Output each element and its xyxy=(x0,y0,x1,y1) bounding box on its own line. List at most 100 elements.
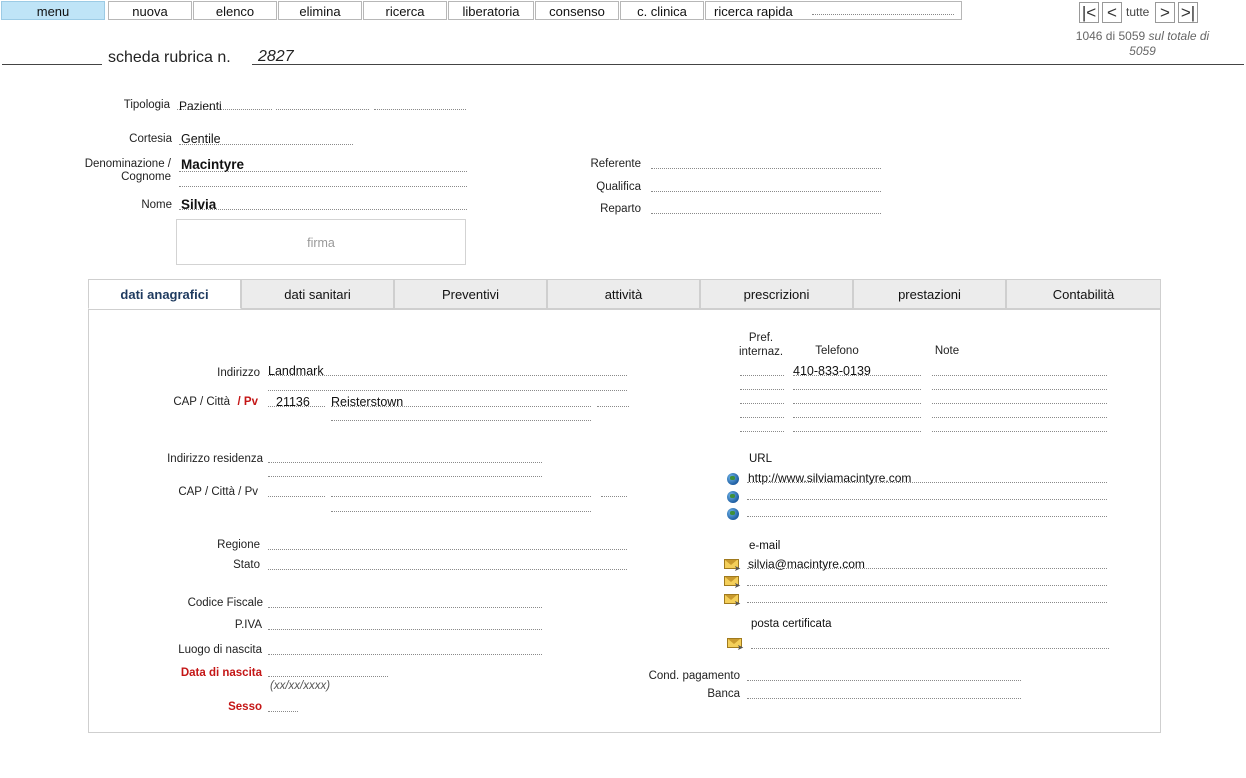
banca-field[interactable] xyxy=(747,698,1021,699)
pref-header: Pref. internaz. xyxy=(733,331,789,359)
tipologia-label: Tipologia xyxy=(123,99,170,111)
next-record-button[interactable]: > xyxy=(1155,2,1175,23)
cognome-field-2[interactable] xyxy=(179,186,467,187)
cortesia-label: Cortesia xyxy=(129,133,172,145)
url-field-1[interactable] xyxy=(747,482,1107,483)
cap-residenza-label: CAP / Città / Pv xyxy=(178,486,258,498)
email-field-3[interactable] xyxy=(747,602,1107,603)
all-records-link[interactable]: tutte xyxy=(1126,5,1149,19)
tipologia-value: Pazienti xyxy=(179,99,222,113)
tab-preventivi[interactable]: Preventivi xyxy=(394,279,547,309)
indirizzo-field[interactable] xyxy=(268,375,627,376)
tab-dati-sanitari[interactable]: dati sanitari xyxy=(241,279,394,309)
pv-residenza-field[interactable] xyxy=(601,496,627,497)
indirizzo-field-2[interactable] xyxy=(268,390,627,391)
first-record-button[interactable]: |< xyxy=(1079,2,1099,23)
luogo-nascita-label: Luogo di nascita xyxy=(178,644,262,656)
piva-field[interactable] xyxy=(268,629,542,630)
email-field-1[interactable] xyxy=(747,568,1107,569)
cap-field[interactable] xyxy=(268,406,325,407)
title-rule-right xyxy=(252,64,1244,65)
regione-field[interactable] xyxy=(268,549,627,550)
url-field-2[interactable] xyxy=(747,499,1107,500)
globe-icon[interactable] xyxy=(727,491,739,503)
citta-field[interactable] xyxy=(331,406,591,407)
pref-field-4[interactable] xyxy=(740,417,784,418)
cognome-label: Denominazione / Cognome xyxy=(60,158,171,184)
elenco-button[interactable]: elenco xyxy=(193,1,277,20)
reparto-field[interactable] xyxy=(651,213,881,214)
telefono-field-1[interactable] xyxy=(793,375,921,376)
data-nascita-field[interactable] xyxy=(268,676,388,677)
tab-prestazioni[interactable]: prestazioni xyxy=(853,279,1006,309)
cortesia-field[interactable] xyxy=(179,144,353,145)
pref-field-3[interactable] xyxy=(740,403,784,404)
nuova-button[interactable]: nuova xyxy=(108,1,192,20)
envelope-icon[interactable] xyxy=(727,638,744,652)
ricerca-button[interactable]: ricerca xyxy=(363,1,447,20)
pv-field[interactable] xyxy=(597,406,629,407)
cognome-field[interactable] xyxy=(179,171,467,172)
liberatoria-button[interactable]: liberatoria xyxy=(448,1,534,20)
tab-dati-anagrafici[interactable]: dati anagrafici xyxy=(88,279,241,309)
consenso-button[interactable]: consenso xyxy=(535,1,619,20)
note-field-1[interactable] xyxy=(932,375,1107,376)
prev-record-button[interactable]: < xyxy=(1102,2,1122,23)
note-field-3[interactable] xyxy=(932,403,1107,404)
tab-attivita[interactable]: attività xyxy=(547,279,700,309)
reparto-label: Reparto xyxy=(600,203,641,215)
tipologia-field[interactable] xyxy=(177,109,272,110)
telefono-field-3[interactable] xyxy=(793,403,921,404)
menu-button[interactable]: menu xyxy=(1,1,105,20)
denominazione-label: Denominazione / xyxy=(84,158,171,170)
cond-pagamento-field[interactable] xyxy=(747,680,1021,681)
tab-prescrizioni[interactable]: prescrizioni xyxy=(700,279,853,309)
citta-residenza-field-2[interactable] xyxy=(331,511,591,512)
pref-header-line-2: internaz. xyxy=(738,346,784,358)
ricerca-rapida-field[interactable]: ricerca rapida xyxy=(705,1,962,20)
tab-contabilita[interactable]: Contabilità xyxy=(1006,279,1161,309)
envelope-icon[interactable] xyxy=(724,594,741,608)
note-field-5[interactable] xyxy=(932,431,1107,432)
telefono-field-5[interactable] xyxy=(793,431,921,432)
url-field-3[interactable] xyxy=(747,516,1107,517)
referente-field[interactable] xyxy=(651,168,881,169)
codice-fiscale-field[interactable] xyxy=(268,607,542,608)
email-label: e-mail xyxy=(749,540,781,552)
qualifica-field[interactable] xyxy=(651,191,881,192)
telefono-field-4[interactable] xyxy=(793,417,921,418)
email-field-2[interactable] xyxy=(747,585,1107,586)
luogo-nascita-field[interactable] xyxy=(268,654,542,655)
envelope-icon[interactable] xyxy=(724,559,741,573)
stato-field[interactable] xyxy=(268,569,627,570)
indirizzo-residenza-field[interactable] xyxy=(268,462,542,463)
url-label: URL xyxy=(749,453,773,465)
cap-residenza-field[interactable] xyxy=(268,496,325,497)
citta-residenza-field[interactable] xyxy=(331,496,591,497)
citta-field-2[interactable] xyxy=(331,420,591,421)
elimina-button[interactable]: elimina xyxy=(278,1,362,20)
total-label: sul totale di xyxy=(1148,29,1210,43)
envelope-icon[interactable] xyxy=(724,576,741,590)
globe-icon[interactable] xyxy=(727,473,739,485)
globe-icon[interactable] xyxy=(727,508,739,520)
cap-citta-label: CAP / Città xyxy=(173,396,230,408)
pref-field-2[interactable] xyxy=(740,389,784,390)
firma-box[interactable]: firma xyxy=(176,219,466,265)
clinica-button[interactable]: c. clinica xyxy=(620,1,704,20)
sesso-field[interactable] xyxy=(268,711,298,712)
indirizzo-residenza-field-2[interactable] xyxy=(268,476,542,477)
sesso-label: Sesso xyxy=(228,701,262,713)
note-field-2[interactable] xyxy=(932,389,1107,390)
pref-field-5[interactable] xyxy=(740,431,784,432)
ricerca-rapida-input-line[interactable] xyxy=(812,14,954,15)
telefono-field-2[interactable] xyxy=(793,389,921,390)
record-title: scheda rubrica n. xyxy=(108,49,231,66)
nome-field[interactable] xyxy=(179,209,467,210)
tipologia-field-2[interactable] xyxy=(276,109,369,110)
tipologia-field-3[interactable] xyxy=(374,109,466,110)
pref-field-1[interactable] xyxy=(740,375,784,376)
pec-field[interactable] xyxy=(751,648,1109,649)
last-record-button[interactable]: >| xyxy=(1178,2,1198,23)
note-field-4[interactable] xyxy=(932,417,1107,418)
